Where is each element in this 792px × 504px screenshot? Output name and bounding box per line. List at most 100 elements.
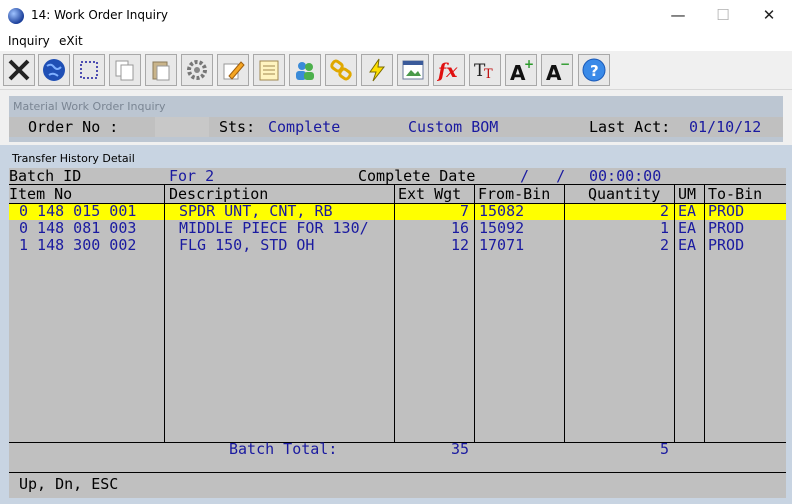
row-item: 0 148 081 003	[19, 219, 137, 237]
order-no-label: Order No :	[28, 118, 119, 136]
users-button[interactable]	[289, 54, 321, 86]
batch-id-label: Batch ID	[9, 168, 82, 185]
row-ext-wgt: 12	[450, 236, 469, 254]
svg-text:+: +	[524, 58, 533, 71]
lightning-button[interactable]	[361, 54, 393, 86]
edit-button[interactable]	[217, 54, 249, 86]
col-header-ext-wgt: Ext Wgt	[398, 185, 462, 203]
row-quantity: 1	[659, 219, 669, 237]
svg-text:T: T	[484, 67, 493, 82]
gear-icon	[187, 60, 207, 80]
link-button[interactable]	[325, 54, 357, 86]
last-act-label: Last Act:	[589, 118, 671, 136]
col-sep-um	[674, 185, 675, 443]
status-value: Complete	[268, 118, 341, 136]
col-header-description: Description	[169, 185, 269, 203]
batch-for-value: For 2	[169, 168, 215, 185]
minimize-button[interactable]: —	[655, 0, 701, 31]
globe-icon	[43, 59, 65, 81]
copy-icon	[115, 60, 134, 81]
window-title: 14: Work Order Inquiry	[31, 8, 168, 22]
help-icon: ?	[582, 58, 606, 82]
order-no-field[interactable]	[155, 117, 209, 137]
edit-pencil-icon	[223, 61, 245, 80]
select-box-button[interactable]	[73, 54, 105, 86]
row-ext-wgt: 7	[459, 202, 469, 220]
menu-exit[interactable]: eXit	[59, 34, 83, 48]
image-list-icon	[402, 60, 424, 80]
image-list-button[interactable]	[397, 54, 429, 86]
transfer-panel-title: Transfer History Detail	[12, 152, 135, 165]
material-panel-title: Material Work Order Inquiry	[13, 100, 166, 113]
row-quantity: 2	[659, 202, 669, 220]
transfer-history-panel: Transfer History Detail Batch ID For 2 C…	[0, 145, 792, 504]
toolbar: fx TT A + A − ?	[0, 51, 792, 90]
globe-button[interactable]	[38, 54, 70, 86]
chain-link-icon	[330, 59, 352, 81]
row-description: SPDR UNT, CNT, RB	[179, 202, 333, 220]
select-box-icon	[80, 61, 98, 79]
svg-text:−: −	[560, 58, 569, 71]
row-description: FLG 150, STD OH	[179, 236, 315, 254]
close-window-button[interactable]: ✕	[746, 0, 792, 31]
col-sep-description	[164, 185, 165, 443]
col-header-to-bin: To-Bin	[708, 185, 763, 203]
col-header-quantity: Quantity	[588, 185, 661, 203]
key-hint: Up, Dn, ESC	[19, 475, 119, 493]
function-button[interactable]: fx	[433, 54, 465, 86]
row-quantity: 2	[659, 236, 669, 254]
title-bar: 14: Work Order Inquiry — ☐ ✕	[0, 0, 792, 31]
svg-text:fx: fx	[437, 60, 458, 82]
complete-date-value: / /	[520, 168, 566, 185]
font-decrease-button[interactable]: A −	[541, 54, 573, 86]
row-um: EA	[678, 236, 697, 254]
font-increase-button[interactable]: A +	[505, 54, 537, 86]
col-header-item: Item No	[9, 185, 73, 203]
row-from-bin: 15092	[479, 219, 525, 237]
batch-total-weight: 35	[450, 440, 469, 458]
row-description: MIDDLE PIECE FOR 130/	[179, 219, 369, 237]
text-size-button[interactable]: TT	[469, 54, 501, 86]
row-to-bin: PROD	[708, 202, 745, 220]
col-header-um: UM	[678, 185, 697, 203]
transfer-history-body: Batch ID For 2 Complete Date / / 00:00:0…	[9, 168, 786, 498]
row-from-bin: 17071	[479, 236, 525, 254]
status-label: Sts:	[219, 118, 256, 136]
settings-button[interactable]	[181, 54, 213, 86]
users-icon	[296, 62, 314, 80]
row-um: EA	[678, 202, 697, 220]
last-act-value: 01/10/12	[689, 118, 762, 136]
row-um: EA	[678, 219, 697, 237]
row-from-bin: 15082	[479, 202, 525, 220]
svg-text:?: ?	[590, 62, 599, 80]
help-button[interactable]: ?	[578, 54, 610, 86]
text-size-icon: TT	[474, 61, 493, 82]
row-item: 0 148 015 001	[19, 202, 137, 220]
col-sep-to-bin	[704, 185, 705, 443]
lightning-icon	[369, 58, 386, 82]
row-ext-wgt: 16	[450, 219, 469, 237]
font-increase-icon: A+	[510, 58, 533, 82]
batch-total-quantity: 5	[659, 440, 669, 458]
close-x-icon	[8, 59, 30, 81]
row-to-bin: PROD	[708, 236, 745, 254]
complete-time-value: 00:00:00	[589, 168, 662, 185]
menu-inquiry[interactable]: Inquiry	[8, 34, 50, 48]
row-to-bin: PROD	[708, 219, 745, 237]
custom-bom-label: Custom BOM	[408, 118, 499, 136]
batch-total-label: Batch Total:	[229, 440, 338, 458]
order-info-line: Order No : Sts: Complete Custom BOM Last…	[9, 117, 783, 137]
status-rule	[9, 472, 786, 473]
function-fx-icon: fx	[437, 60, 458, 82]
paste-icon	[152, 61, 170, 81]
close-x-button[interactable]	[3, 54, 35, 86]
copy-button[interactable]	[109, 54, 141, 86]
notepad-button[interactable]	[253, 54, 285, 86]
notepad-icon	[259, 60, 279, 81]
complete-date-label: Complete Date	[358, 168, 476, 185]
font-decrease-icon: A−	[546, 58, 569, 82]
col-sep-from-bin	[474, 185, 475, 443]
maximize-button[interactable]: ☐	[700, 0, 746, 31]
paste-button[interactable]	[145, 54, 177, 86]
material-work-order-panel: Material Work Order Inquiry Order No : S…	[9, 96, 783, 142]
